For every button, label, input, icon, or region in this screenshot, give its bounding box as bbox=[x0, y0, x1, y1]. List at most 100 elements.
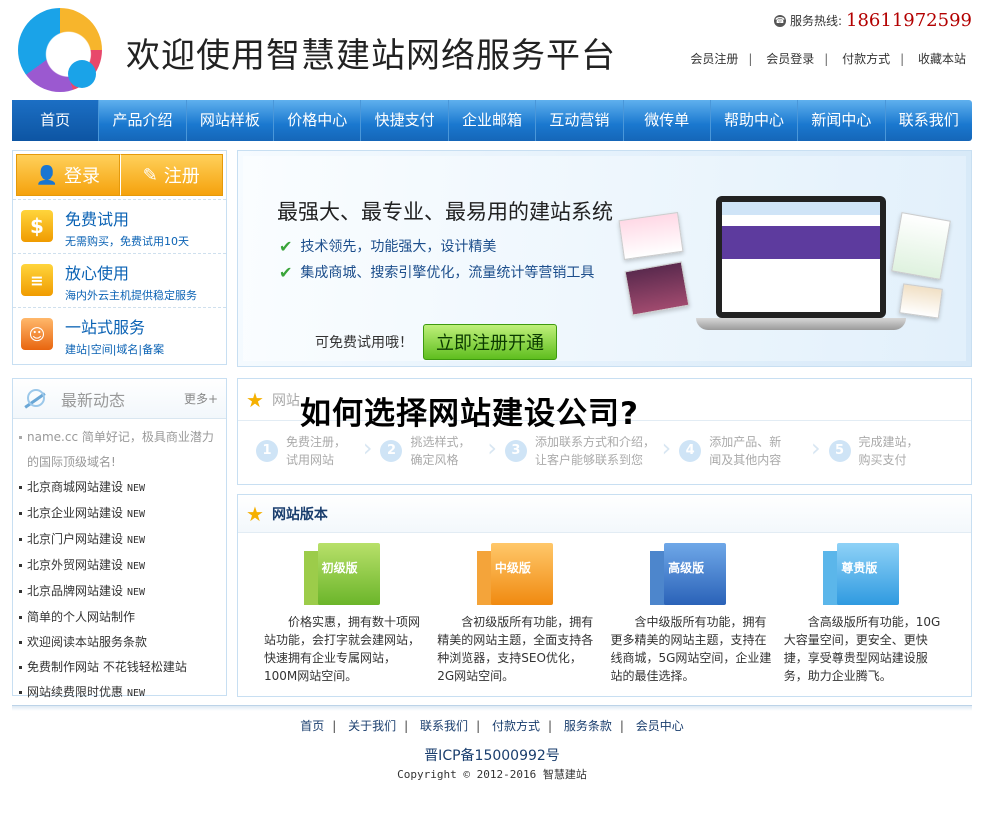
nav-help[interactable]: 帮助中心 bbox=[711, 100, 799, 141]
check-icon: ✔ bbox=[279, 236, 293, 256]
version-card-advanced[interactable]: 高级版 含中级版所有功能，拥有更多精美的网站主题，支持在线商城，5G网站空间，企… bbox=[605, 543, 778, 685]
top-link-payment[interactable]: 付款方式 bbox=[836, 52, 896, 66]
news-header: 最新动态 更多+ bbox=[13, 379, 226, 419]
hotline-label: 服务热线: bbox=[789, 14, 843, 28]
process-step: 4 添加产品、新 闻及其他内容 › bbox=[679, 433, 828, 469]
register-button[interactable]: ✎ 注册 bbox=[119, 154, 223, 196]
hero-cta: 可免费试用哦！ 立即注册开通 bbox=[315, 324, 557, 360]
version-card-intermediate[interactable]: 中级版 含初级版所有功能，拥有精美的网站主题，全面支持各种浏览器，支持SEO优化… bbox=[431, 543, 604, 685]
nav-email[interactable]: 企业邮箱 bbox=[449, 100, 537, 141]
version-card-basic[interactable]: 初级版 价格实惠，拥有数十项网站功能，会打字就会建网站，快速拥有企业专属网站，1… bbox=[258, 543, 431, 685]
list-item[interactable]: 免费制作网站 不花钱轻松建站 bbox=[17, 655, 218, 680]
auth-buttons: 👤 登录 ✎ 注册 bbox=[16, 154, 223, 196]
versions-header: ★ 网站版本 bbox=[238, 495, 971, 533]
top-link-register[interactable]: 会员注册 bbox=[684, 52, 744, 66]
phone-icon: ☎ bbox=[773, 14, 786, 27]
star-icon: ★ bbox=[246, 387, 264, 412]
feature-free-trial[interactable]: $ 免费试用 无需购买，免费试用10天 bbox=[13, 199, 226, 253]
feature-one-stop[interactable]: ☺ 一站式服务 建站|空间|域名|备案 bbox=[13, 307, 226, 361]
hero-inner: 最强大、最专业、最易用的建站系统 ✔ 技术领先，功能强大，设计精美 ✔ 集成商城、搜… bbox=[243, 156, 966, 361]
register-now-button[interactable]: 立即注册开通 bbox=[423, 324, 557, 360]
chevron-right-icon: › bbox=[362, 434, 373, 462]
screenshot-thumb bbox=[899, 283, 943, 319]
footer-divider bbox=[12, 705, 972, 711]
version-card-premium[interactable]: 尊贵版 含高级版所有功能，10G大容量空间，更安全、更快捷，享受尊贵型网站建设服… bbox=[778, 543, 951, 685]
site-title: 欢迎使用智慧建站网络服务平台 bbox=[126, 36, 616, 76]
nav-pricing[interactable]: 价格中心 bbox=[274, 100, 362, 141]
footer-link-about[interactable]: 关于我们 bbox=[340, 719, 404, 733]
process-step: 5 完成建站， 购买支付 bbox=[828, 433, 953, 469]
footer-link-terms[interactable]: 服务条款 bbox=[556, 719, 620, 733]
footer-links: 首页 | 关于我们 | 联系我们 | 付款方式 | 服务条款 | 会员中心 bbox=[0, 717, 984, 734]
process-step: 3 添加联系方式和介绍， 让客户能够联系到您 › bbox=[504, 433, 679, 469]
footer-link-contact[interactable]: 联系我们 bbox=[412, 719, 476, 733]
list-item[interactable]: name.cc 简单好记，极具商业潜力的国际顶级域名! bbox=[17, 425, 218, 475]
nav-marketing[interactable]: 互动营销 bbox=[536, 100, 624, 141]
main-nav: 首页 产品介绍 网站样板 价格中心 快捷支付 企业邮箱 互动营销 微传单 帮助中… bbox=[12, 100, 972, 141]
nav-templates[interactable]: 网站样板 bbox=[187, 100, 275, 141]
hotline: ☎ 服务热线: 18611972599 bbox=[773, 10, 972, 31]
list-item[interactable]: 网站续费限时优惠 NEW bbox=[17, 680, 218, 706]
product-box-icon: 高级版 bbox=[650, 543, 732, 605]
screenshot-thumb bbox=[618, 212, 684, 260]
check-icon: ✔ bbox=[279, 262, 293, 282]
hotline-number: 18611972599 bbox=[846, 10, 972, 31]
nav-quick-pay[interactable]: 快捷支付 bbox=[361, 100, 449, 141]
versions-panel: ★ 网站版本 初级版 价格实惠，拥有数十项网站功能，会打字就会建网站，快速拥有企… bbox=[237, 494, 972, 697]
feature-reliable[interactable]: ≡ 放心使用 海内外云主机提供稳定服务 bbox=[13, 253, 226, 307]
list-item[interactable]: 北京品牌网站建设 NEW bbox=[17, 579, 218, 605]
top-link-login[interactable]: 会员登录 bbox=[760, 52, 820, 66]
hero-banner: 最强大、最专业、最易用的建站系统 ✔ 技术领先，功能强大，设计精美 ✔ 集成商城、搜… bbox=[237, 150, 972, 367]
news-more-link[interactable]: 更多+ bbox=[184, 390, 218, 407]
list-item[interactable]: 欢迎阅读本站服务条款 bbox=[17, 630, 218, 655]
list-item[interactable]: 简单的个人网站制作 bbox=[17, 605, 218, 630]
quick-panel: 👤 登录 ✎ 注册 $ 免费试用 无需购买，免费试用10天 ≡ 放心使用 海内外云主机提… bbox=[12, 150, 227, 365]
hero-point: ✔ 集成商城、搜索引擎优化，流量统计等营销工具 bbox=[279, 262, 595, 282]
nav-flyer[interactable]: 微传单 bbox=[624, 100, 711, 141]
list-item[interactable]: 北京企业网站建设 NEW bbox=[17, 501, 218, 527]
footer-link-payment[interactable]: 付款方式 bbox=[484, 719, 548, 733]
top-link-bookmark[interactable]: 收藏本站 bbox=[912, 52, 972, 66]
news-panel: 最新动态 更多+ name.cc 简单好记，极具商业潜力的国际顶级域名! 北京商… bbox=[12, 378, 227, 699]
copyright: Copyright © 2012-2016 智慧建站 bbox=[397, 768, 587, 781]
user-icon: 👤 bbox=[35, 164, 58, 186]
footer-link-member[interactable]: 会员中心 bbox=[628, 719, 692, 733]
versions-title: 网站版本 bbox=[271, 506, 328, 523]
hero-headline: 最强大、最专业、最易用的建站系统 bbox=[277, 200, 613, 224]
overlay-headline: 如何选择网站建设公司? bbox=[300, 396, 639, 432]
laptop-illustration bbox=[696, 196, 906, 346]
pencil-icon: ✎ bbox=[142, 164, 158, 186]
list-item[interactable]: 北京门户网站建设 NEW bbox=[17, 527, 218, 553]
process-title: 网站 bbox=[271, 392, 300, 409]
list-item[interactable]: 北京外贸网站建设 NEW bbox=[17, 553, 218, 579]
product-box-icon: 中级版 bbox=[476, 543, 559, 605]
product-box-icon: 初级版 bbox=[303, 543, 386, 605]
nav-products[interactable]: 产品介绍 bbox=[99, 100, 187, 141]
versions-grid: 初级版 价格实惠，拥有数十项网站功能，会打字就会建网站，快速拥有企业专属网站，1… bbox=[238, 533, 971, 685]
chevron-right-icon: › bbox=[810, 434, 821, 462]
icp-number[interactable]: 晋ICP备15000992号 bbox=[0, 745, 984, 765]
chevron-right-icon: › bbox=[661, 434, 672, 462]
top-links: 会员注册 | 会员登录 | 付款方式 | 收藏本站 bbox=[684, 50, 972, 67]
site-logo[interactable] bbox=[18, 8, 102, 92]
nav-news[interactable]: 新闻中心 bbox=[798, 100, 886, 141]
star-icon: ★ bbox=[246, 501, 264, 526]
login-button[interactable]: 👤 登录 bbox=[16, 154, 120, 196]
hero-point: ✔ 技术领先，功能强大，设计精美 bbox=[279, 236, 497, 256]
satellite-icon bbox=[21, 385, 49, 413]
news-list: name.cc 简单好记，极具商业潜力的国际顶级域名! 北京商城网站建设 NEW … bbox=[13, 419, 226, 706]
process-step: 2 挑选样式， 确定风格 › bbox=[380, 433, 504, 469]
list-item[interactable]: 北京商城网站建设 NEW bbox=[17, 475, 218, 501]
dollar-icon: $ bbox=[21, 210, 53, 242]
logo-q-mark bbox=[68, 60, 96, 88]
server-icon: ≡ bbox=[21, 264, 53, 296]
nav-contact[interactable]: 联系我们 bbox=[886, 100, 972, 141]
screenshot-thumb bbox=[891, 212, 951, 280]
chevron-right-icon: › bbox=[487, 434, 497, 462]
news-title: 最新动态 bbox=[61, 390, 126, 410]
person-icon: ☺ bbox=[21, 318, 53, 350]
process-step: 1 免费注册， 试用网站 › bbox=[256, 433, 380, 469]
nav-home[interactable]: 首页 bbox=[12, 100, 100, 141]
footer-link-home[interactable]: 首页 bbox=[292, 719, 332, 733]
product-box-icon: 尊贵版 bbox=[823, 543, 905, 605]
